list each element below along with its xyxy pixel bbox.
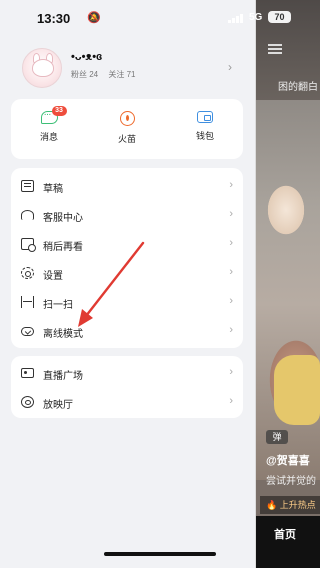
menu-item-scan[interactable]: 扫一扫 ›: [11, 288, 243, 316]
menu-card-secondary: 直播广场 › 放映厅 ›: [11, 356, 243, 418]
chevron-right-icon: ›: [229, 395, 233, 407]
quick-action-messages[interactable]: 33 消息: [19, 106, 79, 143]
menu-item-live-plaza[interactable]: 直播广场 ›: [11, 359, 243, 387]
chevron-right-icon: ›: [229, 208, 233, 220]
menu-item-label: 客服中心: [43, 213, 83, 224]
chevron-right-icon: ›: [228, 60, 232, 74]
quick-action-fire[interactable]: 火苗: [97, 111, 157, 145]
menu-card-primary: 草稿 › 客服中心 › 稍后再看 › 设置 › 扫一扫 › 离线模式 ›: [11, 168, 243, 348]
menu-item-label: 稍后再看: [43, 242, 83, 253]
background-feed[interactable]: 困的翻白 弹 @贺喜喜 尝试并觉的 🔥 上升热点 首页: [256, 0, 320, 568]
menu-item-theater[interactable]: 放映厅 ›: [11, 388, 243, 416]
bell-muted-icon: 🔕: [87, 12, 101, 24]
quick-action-label: 火苗: [117, 134, 136, 144]
profile-stats: 粉丝 24 关注 71: [71, 69, 143, 80]
quick-action-wallet[interactable]: 钱包: [175, 111, 235, 142]
quick-action-label: 钱包: [195, 131, 214, 141]
cloud-download-icon: [21, 327, 34, 336]
feed-author[interactable]: @贺喜喜: [266, 452, 310, 468]
menu-item-label: 放映厅: [43, 400, 73, 411]
feed-caption: 困的翻白: [278, 82, 318, 93]
menu-item-settings[interactable]: 设置 ›: [11, 259, 243, 287]
network-type: 5G: [249, 12, 263, 23]
feed-hot-badge[interactable]: 🔥 上升热点: [260, 496, 320, 514]
menu-item-label: 草稿: [43, 184, 63, 195]
chevron-right-icon: ›: [229, 237, 233, 249]
chevron-right-icon: ›: [229, 179, 233, 191]
feed-hot-label: 上升热点: [279, 500, 316, 510]
battery-indicator: 70: [268, 11, 291, 23]
chevron-right-icon: ›: [229, 366, 233, 378]
chevron-right-icon: ›: [229, 266, 233, 278]
feed-toy-object: [274, 355, 320, 425]
profile-header[interactable]: •ᴗ•ᴥ•ɞ 粉丝 24 关注 71 ›: [22, 48, 242, 88]
menu-item-label: 设置: [43, 271, 63, 282]
menu-item-customer-service[interactable]: 客服中心 ›: [11, 201, 243, 229]
watch-later-icon: [21, 238, 36, 252]
hamburger-menu-icon[interactable]: [268, 44, 282, 54]
feed-music-badge[interactable]: 弹: [266, 430, 288, 444]
chevron-right-icon: ›: [229, 324, 233, 336]
menu-item-watch-later[interactable]: 稍后再看 ›: [11, 230, 243, 258]
following-count[interactable]: 关注 71: [108, 70, 135, 79]
menu-item-drafts[interactable]: 草稿 ›: [11, 172, 243, 200]
avatar[interactable]: [22, 48, 62, 88]
menu-item-offline-mode[interactable]: 离线模式 ›: [11, 317, 243, 345]
status-bar: 13:30 🔕 5G 70: [0, 0, 320, 34]
home-indicator[interactable]: [104, 552, 216, 556]
fans-count[interactable]: 粉丝 24: [71, 70, 98, 79]
menu-item-label: 离线模式: [43, 329, 83, 340]
tab-home[interactable]: 首页: [274, 526, 296, 542]
status-time: 13:30: [37, 11, 71, 26]
quick-action-label: 消息: [39, 132, 58, 142]
wallet-icon: [197, 111, 213, 123]
live-icon: [21, 368, 34, 378]
headset-icon: [21, 210, 34, 220]
message-badge: 33: [51, 106, 67, 116]
avatar-face: [32, 59, 54, 77]
draft-icon: [21, 180, 34, 192]
scan-icon: [21, 296, 34, 308]
side-drawer: •ᴗ•ᴥ•ɞ 粉丝 24 关注 71 › 33 消息 火苗 钱包 草稿 ›: [0, 0, 256, 568]
profile-name: •ᴗ•ᴥ•ɞ: [71, 51, 103, 63]
feed-description: 尝试并觉的: [266, 476, 316, 487]
menu-item-label: 扫一扫: [43, 300, 73, 311]
gear-icon: [21, 267, 34, 279]
theater-icon: [21, 396, 34, 408]
chevron-right-icon: ›: [229, 295, 233, 307]
quick-actions-card: 33 消息 火苗 钱包: [11, 99, 243, 159]
signal-icon: [228, 13, 244, 23]
fire-icon: [119, 111, 135, 126]
message-icon: 33: [40, 106, 67, 124]
menu-item-label: 直播广场: [43, 371, 83, 382]
feed-tab-bar: [256, 516, 320, 568]
